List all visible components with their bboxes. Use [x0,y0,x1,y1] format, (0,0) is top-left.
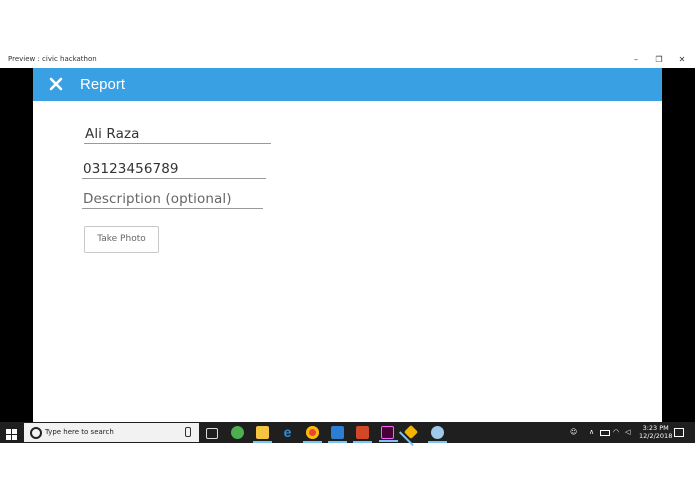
clock[interactable]: 3:23 PM 12/2/2018 [639,424,672,440]
clock-time: 3:23 PM [642,424,669,432]
adobe-xd-icon[interactable] [379,426,398,442]
wifi-icon[interactable]: ◠ [613,428,619,436]
phone-value: 03123456789 [83,161,179,177]
microphone-icon[interactable] [185,427,191,437]
page-title: Report [80,76,126,93]
name-field[interactable]: Ali Raza [84,125,271,144]
windows-start-icon[interactable] [6,427,17,440]
window-close-button[interactable]: ✕ [673,53,691,67]
search-placeholder: Type here to search [45,428,114,436]
app-frame: Report Ali Raza 03123456789 Description … [33,68,662,422]
app-header: Report [33,68,662,101]
green-app-icon[interactable] [231,426,244,439]
taskbar: Type here to search e ☺ ∧ ◠ ◁ 3:23 PM 12… [0,422,695,443]
paint-app-icon[interactable] [428,426,447,443]
window-title: Preview : civic hackathon [8,55,97,63]
take-photo-button[interactable]: Take Photo [84,226,159,253]
window-titlebar: Preview : civic hackathon – ❐ ✕ [0,52,695,69]
clock-date: 12/2/2018 [639,432,673,440]
cortana-icon [30,427,42,439]
notifications-icon[interactable] [674,428,684,437]
volume-icon[interactable]: ◁ [625,428,630,436]
vscode-icon[interactable] [328,426,347,443]
battery-icon[interactable] [600,430,610,436]
powerpoint-icon[interactable] [353,426,372,443]
restore-button[interactable]: ❐ [650,53,668,67]
chrome-icon[interactable] [303,426,322,443]
file-explorer-icon[interactable] [253,426,272,443]
app-icon[interactable] [403,424,419,440]
close-icon[interactable] [47,75,65,93]
phone-field[interactable]: 03123456789 [82,160,266,179]
minimize-button[interactable]: – [627,53,645,67]
task-view-icon[interactable] [206,428,218,439]
description-field[interactable]: Description (optional) [82,191,263,209]
taskbar-search-box[interactable]: Type here to search [24,423,199,442]
name-value: Ali Raza [85,126,140,142]
edge-icon[interactable]: e [281,425,294,439]
chevron-up-icon[interactable]: ∧ [589,428,594,436]
people-icon[interactable]: ☺ [570,428,577,436]
description-placeholder: Description (optional) [83,191,232,207]
